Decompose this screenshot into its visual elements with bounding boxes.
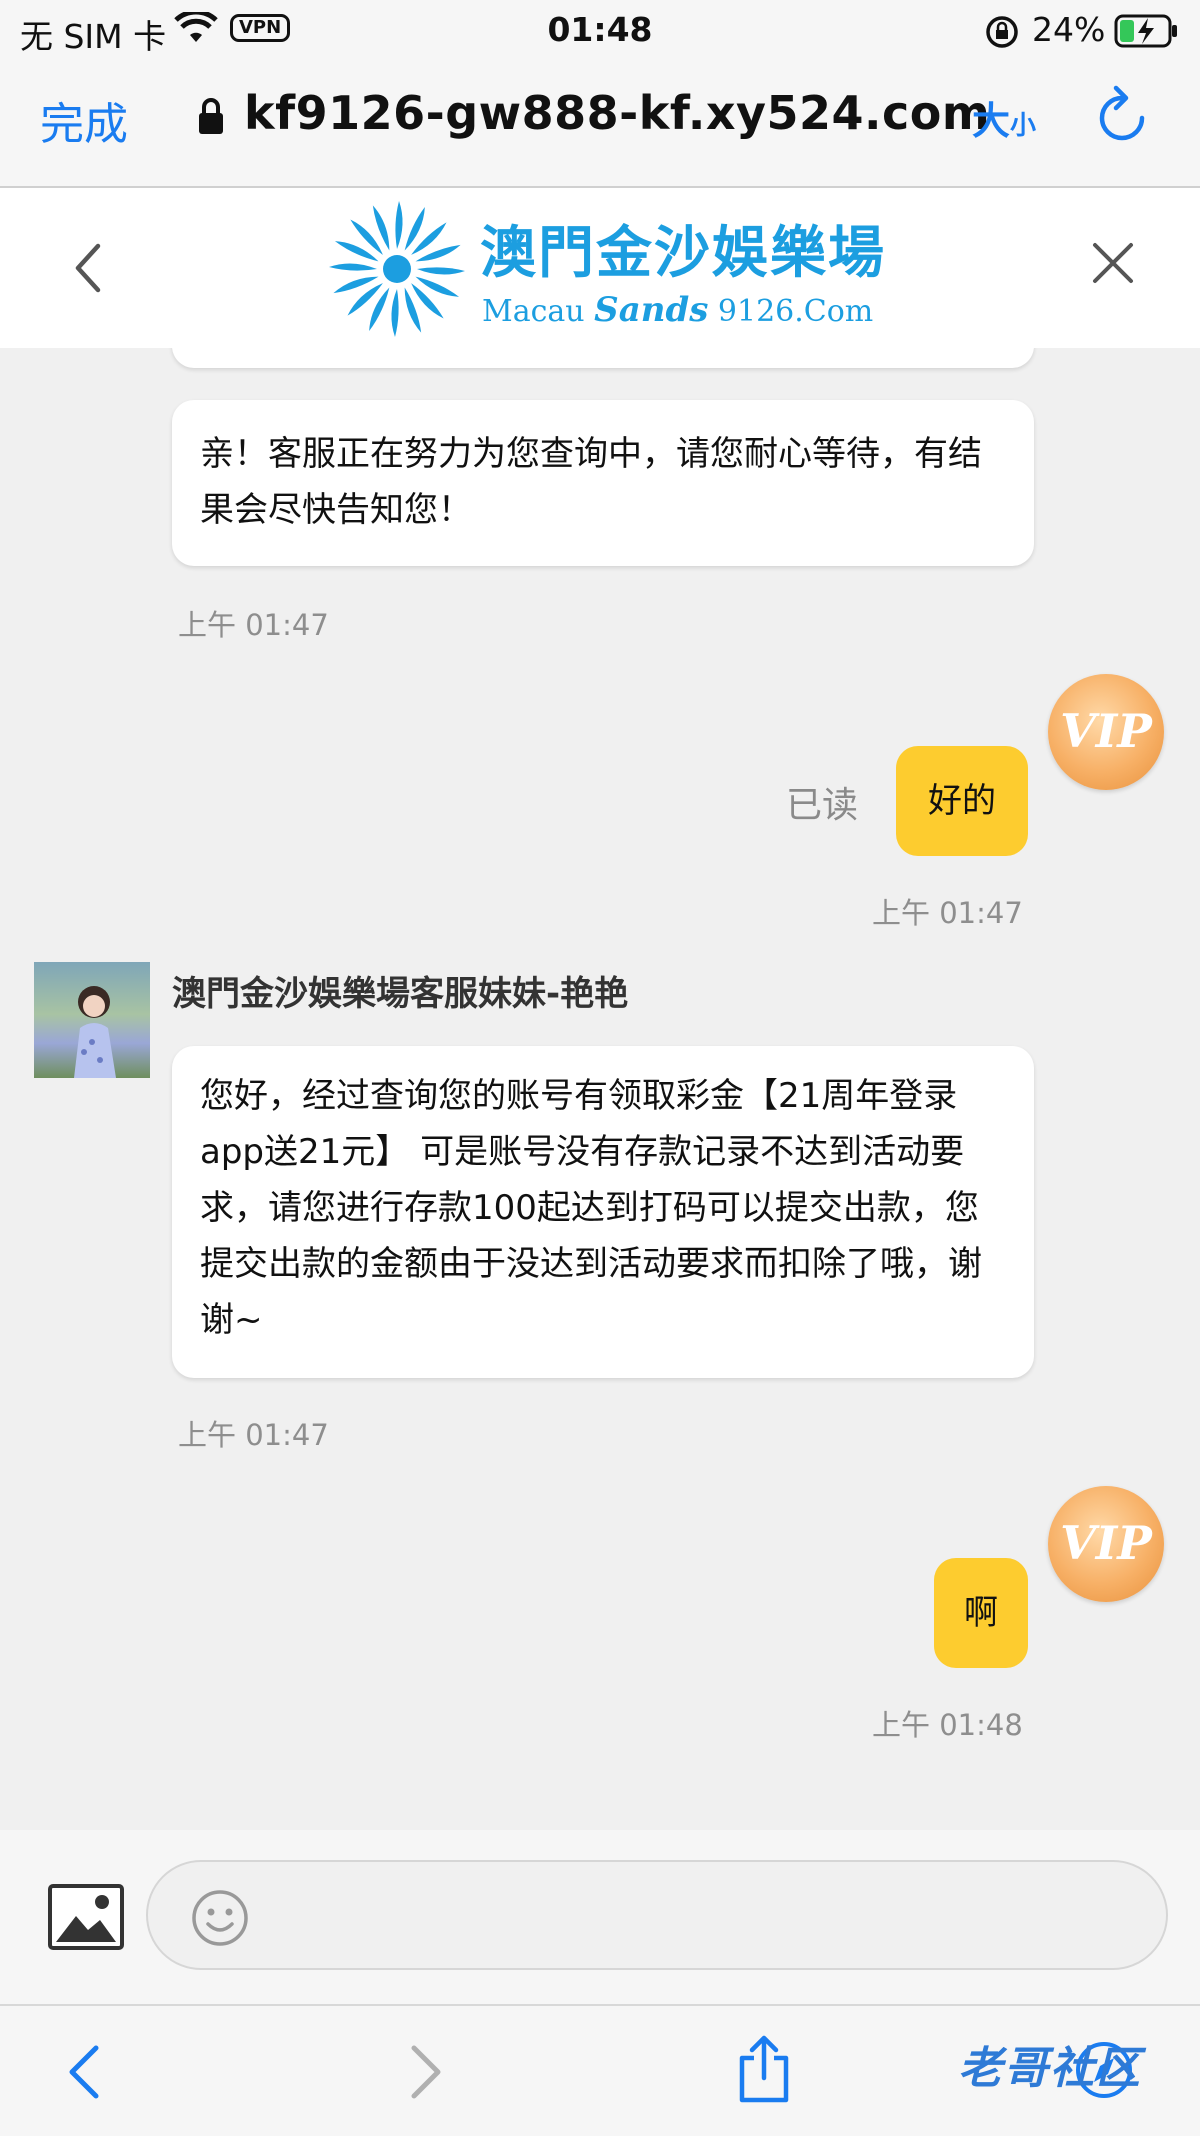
back-chevron-icon[interactable] <box>70 240 106 300</box>
message-input[interactable] <box>146 1860 1168 1970</box>
logo-en-post: 9126.Com <box>708 294 874 329</box>
message-text: 亲！客服正在努力为您查询中，请您耐心等待，有结果会尽快告知您！ <box>200 434 982 530</box>
image-upload-icon[interactable] <box>48 1884 124 1954</box>
user-message-bubble: 啊 <box>934 1558 1028 1668</box>
brand-logo: 澳門金沙娛樂場 Macau Sands 9126.Com <box>322 194 884 344</box>
message-text: 好的 <box>928 781 996 821</box>
padlock-icon <box>196 96 226 140</box>
logo-english-text: Macau Sands 9126.Com <box>482 290 873 330</box>
logo-en-pre: Macau <box>482 294 595 329</box>
agent-avatar <box>34 962 150 1078</box>
agent-message-bubble: 亲！客服正在努力为您查询中，请您耐心等待，有结果会尽快告知您！ <box>172 400 1034 566</box>
sun-emblem-icon <box>329 201 465 337</box>
done-button[interactable]: 完成 <box>40 88 128 152</box>
message-timestamp: 上午 01:47 <box>178 608 329 642</box>
user-message-bubble: 好的 <box>896 746 1028 856</box>
watermark: 老哥社区 <box>958 2043 1142 2094</box>
url-field[interactable]: kf9126-gw888-kf.xy524.com <box>244 86 990 140</box>
rotation-lock-icon <box>984 14 1020 54</box>
close-icon[interactable] <box>1090 240 1136 290</box>
reload-icon[interactable] <box>1096 84 1148 148</box>
read-status: 已读 <box>786 785 859 826</box>
text-size-large: 大 <box>972 99 1011 143</box>
back-icon[interactable] <box>62 2042 106 2106</box>
chat-header: 澳門金沙娛樂場 Macau Sands 9126.Com <box>0 188 1200 348</box>
previous-message-bubble <box>172 348 1034 368</box>
message-text: 您好，经过查询您的账号有领取彩金【21周年登录app送21元】 可是账号没有存款… <box>200 1076 982 1340</box>
vip-avatar: VIP <box>1048 674 1164 790</box>
text-size-small: 小 <box>1010 111 1037 141</box>
battery-percent: 24% <box>1032 10 1106 49</box>
logo-en-mid: Sands <box>594 290 709 330</box>
message-timestamp: 上午 01:47 <box>178 1418 329 1452</box>
forward-icon[interactable] <box>404 2042 448 2106</box>
vip-avatar: VIP <box>1048 1486 1164 1602</box>
battery-icon <box>1114 14 1180 52</box>
vip-avatar-label: VIP <box>1060 704 1152 758</box>
browser-url-bar: 完成 kf9126-gw888-kf.xy524.com 大小 <box>0 62 1200 188</box>
logo-chinese-text: 澳門金沙娛樂場 <box>480 220 886 286</box>
clock: 01:48 <box>547 10 653 49</box>
emoji-icon[interactable] <box>190 1888 250 1952</box>
message-input-bar <box>0 1830 1200 2004</box>
chat-message-list[interactable]: 亲！客服正在努力为您查询中，请您耐心等待，有结果会尽快告知您！ 上午 01:47… <box>0 348 1200 1830</box>
share-icon[interactable] <box>734 2034 794 2108</box>
message-timestamp: 上午 01:48 <box>872 1708 1023 1742</box>
status-bar: 无 SIM 卡 VPN 01:48 24% <box>0 0 1200 62</box>
message-timestamp: 上午 01:47 <box>872 896 1023 930</box>
agent-name: 澳門金沙娛樂場客服妹妹-艳艳 <box>172 974 629 1014</box>
text-size-button[interactable]: 大小 <box>972 90 1036 145</box>
message-text: 啊 <box>964 1593 998 1633</box>
vip-avatar-label: VIP <box>1060 1516 1152 1570</box>
agent-message-bubble: 您好，经过查询您的账号有领取彩金【21周年登录app送21元】 可是账号没有存款… <box>172 1046 1034 1378</box>
